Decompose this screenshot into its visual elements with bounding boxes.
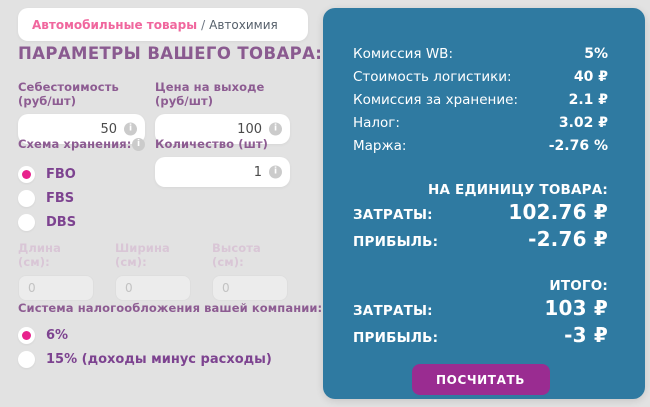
total-profit-row: ПРИБЫЛЬ: -3 ₽ (353, 323, 608, 350)
quantity-label: Количество (шт) (155, 137, 269, 151)
width-input (115, 275, 191, 301)
calculate-button[interactable]: ПОСЧИТАТЬ (411, 364, 550, 395)
total-header: ИТОГО: (549, 278, 608, 294)
radio-label: FBO (46, 166, 76, 182)
tax-system-group: Система налогообложения вашей компании: … (18, 301, 322, 371)
info-icon[interactable]: i (269, 165, 282, 179)
length-input (18, 275, 94, 301)
breadcrumb-separator: / (201, 17, 206, 32)
costs-value: 102.76 ₽ (508, 200, 608, 224)
info-icon[interactable]: i (132, 137, 145, 151)
per-unit-costs-row: ЗАТРАТЫ: 102.76 ₽ (353, 200, 608, 227)
length-label: Длина (см): (18, 241, 61, 269)
stat-label: Налог: (353, 115, 400, 131)
radio-label: 15% (доходы минус расходы) (46, 351, 272, 367)
breadcrumb[interactable]: Автомобильные товары / Автохимия (18, 8, 308, 41)
height-input (212, 275, 288, 301)
radio-fbo[interactable]: FBO (18, 162, 145, 186)
price-label: Цена на выходе (руб/шт) (155, 80, 265, 108)
stat-value: 5% (584, 46, 608, 62)
wb-fee-calculator: Автомобильные товары / Автохимия ПАРАМЕТ… (0, 0, 650, 407)
height-field: Высота (см): (212, 241, 288, 301)
radio-circle (18, 189, 35, 207)
cost-field: Себестоимость (руб/шт) i (18, 80, 145, 144)
profit-value: -2.76 ₽ (528, 227, 608, 251)
radio-circle (18, 326, 35, 344)
radio-tax-15[interactable]: 15% (доходы минус расходы) (18, 347, 322, 371)
stat-label: Маржа: (353, 138, 407, 154)
results-panel: Комиссия WB: 5% Стоимость логистики: 40 … (323, 8, 645, 399)
total-costs-row: ЗАТРАТЫ: 103 ₽ (353, 296, 608, 323)
profit-label: ПРИБЫЛЬ: (353, 330, 439, 346)
stat-value: 2.1 ₽ (568, 92, 608, 108)
stat-label: Стоимость логистики: (353, 69, 512, 85)
costs-label: ЗАТРАТЫ: (353, 303, 433, 319)
radio-circle (18, 213, 35, 231)
stat-label: Комиссия за хранение: (353, 92, 518, 108)
quantity-field: Количество (шт) i (155, 137, 290, 187)
radio-dbs[interactable]: DBS (18, 210, 145, 234)
breadcrumb-category[interactable]: Автомобильные товары (32, 18, 197, 32)
profit-label: ПРИБЫЛЬ: (353, 234, 439, 250)
per-unit-header: НА ЕДИНИЦУ ТОВАРА: (428, 182, 608, 198)
radio-label: DBS (46, 214, 77, 230)
radio-tax-6[interactable]: 6% (18, 323, 322, 347)
radio-label: 6% (46, 327, 69, 343)
radio-circle (18, 350, 35, 368)
costs-value: 103 ₽ (544, 296, 608, 320)
width-field: Ширина (см): (115, 241, 191, 301)
width-label: Ширина (см): (115, 241, 170, 269)
stat-label: Комиссия WB: (353, 46, 453, 62)
stat-row-commission: Комиссия WB: 5% (353, 43, 608, 66)
storage-scheme-label: Схема хранения: (18, 137, 132, 151)
stat-value: 3.02 ₽ (558, 115, 608, 131)
per-unit-profit-row: ПРИБЫЛЬ: -2.76 ₽ (353, 227, 608, 254)
price-field: Цена на выходе (руб/шт) i (155, 80, 290, 144)
stat-row-margin: Маржа: -2.76 % (353, 135, 608, 158)
costs-label: ЗАТРАТЫ: (353, 207, 433, 223)
stat-value: 40 ₽ (573, 69, 608, 85)
stat-value: -2.76 % (548, 138, 608, 154)
stat-row-tax: Налог: 3.02 ₽ (353, 112, 608, 135)
stat-row-logistics: Стоимость логистики: 40 ₽ (353, 66, 608, 89)
breadcrumb-subcategory[interactable]: Автохимия (209, 18, 278, 32)
info-icon[interactable]: i (124, 122, 137, 136)
length-field: Длина (см): (18, 241, 94, 301)
cost-label: Себестоимость (руб/шт) (18, 80, 119, 108)
page-title: ПАРАМЕТРЫ ВАШЕГО ТОВАРА: (18, 44, 323, 63)
tax-system-label: Система налогообложения вашей компании: (18, 301, 323, 315)
profit-value: -3 ₽ (564, 323, 608, 347)
storage-scheme-group: Схема хранения: i FBO FBS DBS (18, 137, 145, 234)
radio-circle (18, 165, 35, 183)
height-label: Высота (см): (212, 241, 261, 269)
dimensions-group: Длина (см): Ширина (см): Высота (см): (18, 241, 288, 301)
stat-row-storage-fee: Комиссия за хранение: 2.1 ₽ (353, 89, 608, 112)
radio-fbs[interactable]: FBS (18, 186, 145, 210)
radio-label: FBS (46, 190, 75, 206)
info-icon[interactable]: i (269, 122, 282, 136)
